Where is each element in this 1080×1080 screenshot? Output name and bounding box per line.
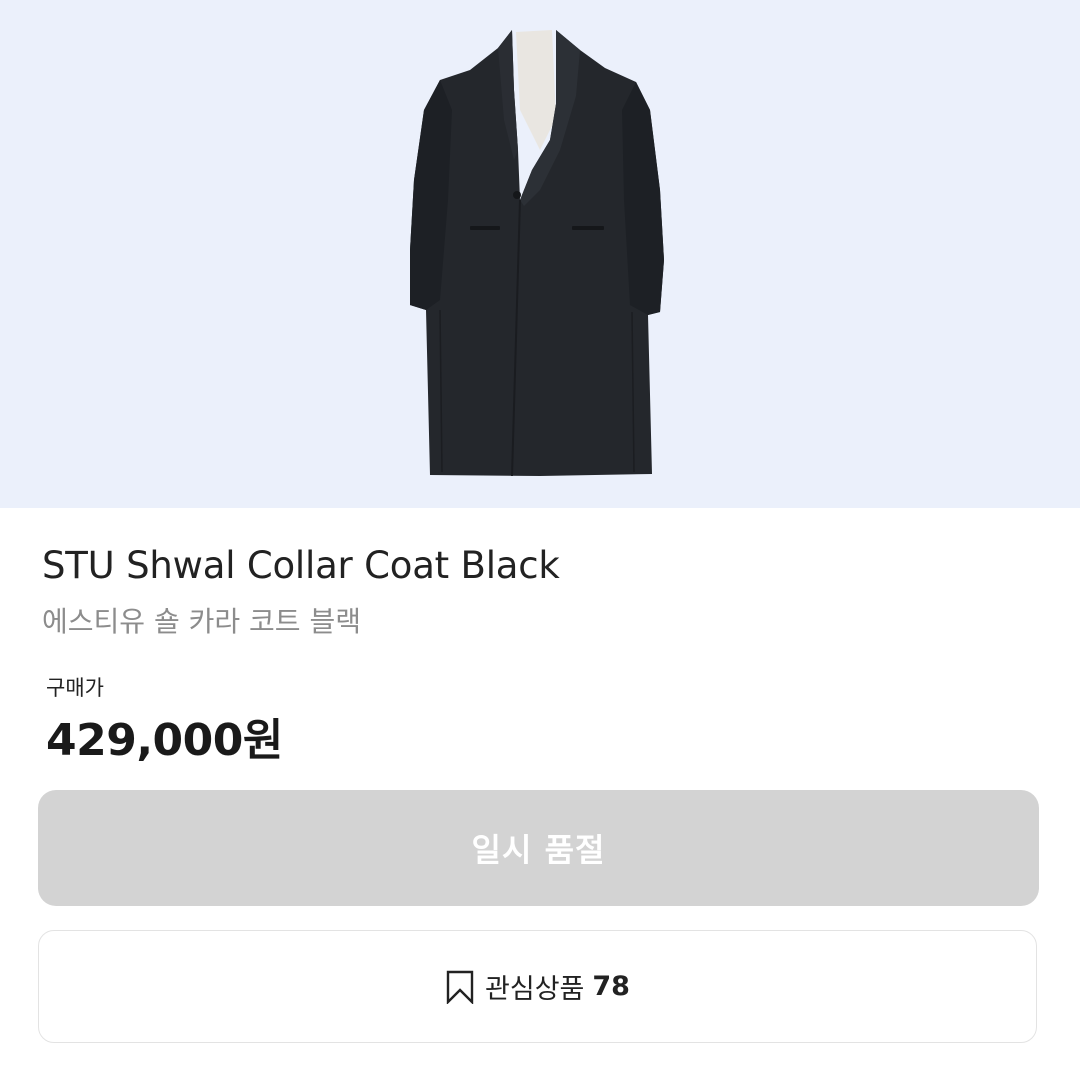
sold-out-label: 일시 품절 [471,831,606,869]
bookmark-icon [445,970,475,1004]
wishlist-label: 관심상품 [485,974,585,1005]
product-image-coat [410,30,664,477]
wishlist-count: 78 [592,971,630,1002]
price-value: 429,000원 [46,715,283,766]
product-subtitle-korean: 에스티유 숄 카라 코트 블랙 [42,605,361,638]
product-image-area[interactable] [0,0,1080,508]
wishlist-button[interactable]: 관심상품 78 [38,930,1037,1043]
product-detail-page: STU Shwal Collar Coat Black 에스티유 숄 카라 코트… [0,0,1080,1080]
sold-out-button[interactable]: 일시 품절 [38,790,1039,906]
product-title: STU Shwal Collar Coat Black [42,544,560,587]
price-label: 구매가 [46,676,104,700]
